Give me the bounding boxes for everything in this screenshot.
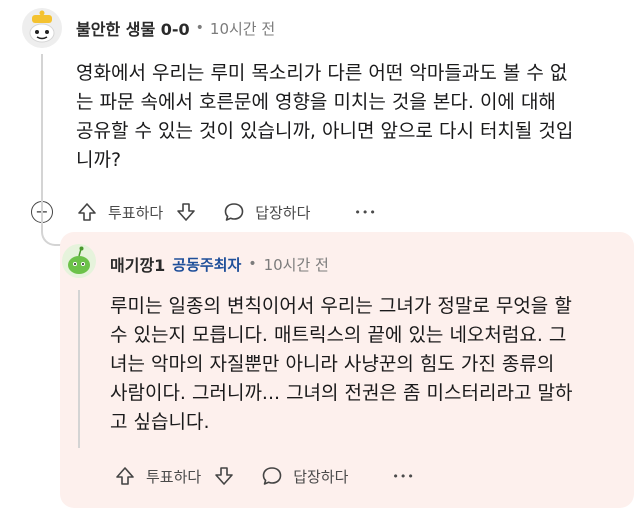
reply-button[interactable]: 답장하다 xyxy=(261,465,348,487)
upvote-icon xyxy=(116,467,134,485)
body-line: 사람이다. 그러니까... 그녀의 전권은 좀 미스터리라고 말하 xyxy=(110,382,573,404)
username[interactable]: 불안한 생물 0-0 xyxy=(76,16,190,40)
more-options-icon: ••• xyxy=(354,205,377,219)
upvote-button[interactable] xyxy=(114,465,136,487)
downvote-icon xyxy=(215,467,234,485)
body-line: 루미는 일종의 변칙이어서 우리는 그녀가 정말로 무엇을 할 xyxy=(110,295,572,317)
upvote-button[interactable] xyxy=(76,201,98,223)
body-line: 고 싶습니다. xyxy=(110,411,210,433)
downvote-button[interactable] xyxy=(175,201,197,223)
reply-action-row: 투표하다 답장하다 ••• xyxy=(114,462,415,490)
meta-separator: • xyxy=(195,20,204,36)
meta-separator: • xyxy=(248,256,257,272)
avatar-parent[interactable] xyxy=(22,8,62,48)
avatar-reply[interactable] xyxy=(62,244,96,278)
reply-label: 답장하다 xyxy=(255,203,311,222)
parent-meta: 불안한 생물 0-0 • 10시간 전 xyxy=(76,16,275,40)
snoo-avatar-yellow-icon xyxy=(22,8,62,48)
upvote-icon xyxy=(78,203,96,221)
reply-thread-line[interactable] xyxy=(78,290,80,448)
body-line: 녀는 악마의 자질뿐만 아니라 사냥꾼의 힘도 가진 종류의 xyxy=(110,353,555,375)
timestamp: 10시간 전 xyxy=(209,19,276,38)
body-line: 는 파문 속에서 호른문에 영향을 미치는 것을 본다. 이에 대해 xyxy=(76,91,556,113)
username[interactable]: 매기깡1 xyxy=(110,252,165,276)
downvote-icon xyxy=(177,203,196,221)
body-line: 수 있는지 모릅니다. 매트릭스의 끝에 있는 네오처럼요. 그 xyxy=(110,324,567,346)
snoo-avatar-green-icon xyxy=(62,244,96,278)
vote-label: 투표하다 xyxy=(108,203,164,222)
cohost-badge: 공동주최자 xyxy=(172,255,242,274)
body-line: 니까? xyxy=(76,149,122,171)
downvote-button[interactable] xyxy=(213,465,235,487)
reply-meta: 매기깡1 공동주최자 • 10시간 전 xyxy=(110,252,329,276)
vote-label: 투표하다 xyxy=(146,467,202,486)
body-line: 영화에서 우리는 루미 목소리가 다른 어떤 악마들과도 볼 수 없 xyxy=(76,62,568,84)
body-line: 공유할 수 있는 것이 있습니까, 아니면 앞으로 다시 터치될 것입 xyxy=(76,120,574,142)
reply-connector xyxy=(41,188,63,246)
comment-bubble-icon xyxy=(224,203,244,221)
thread-line[interactable] xyxy=(41,54,43,188)
reply-label: 답장하다 xyxy=(293,467,349,486)
parent-action-row: 투표하다 답장하다 ••• xyxy=(76,198,377,226)
comment-bubble-icon xyxy=(262,467,282,485)
timestamp: 10시간 전 xyxy=(263,255,329,274)
parent-comment-body: 영화에서 우리는 루미 목소리가 다른 어떤 악마들과도 볼 수 없 는 파문 … xyxy=(76,59,632,175)
reply-comment-body: 루미는 일종의 변칙이어서 우리는 그녀가 정말로 무엇을 할 수 있는지 모릅… xyxy=(110,292,630,437)
more-options-icon: ••• xyxy=(392,469,415,483)
more-options-button[interactable]: ••• xyxy=(392,470,414,483)
reply-button[interactable]: 답장하다 xyxy=(223,201,310,223)
more-options-button[interactable]: ••• xyxy=(354,206,376,219)
